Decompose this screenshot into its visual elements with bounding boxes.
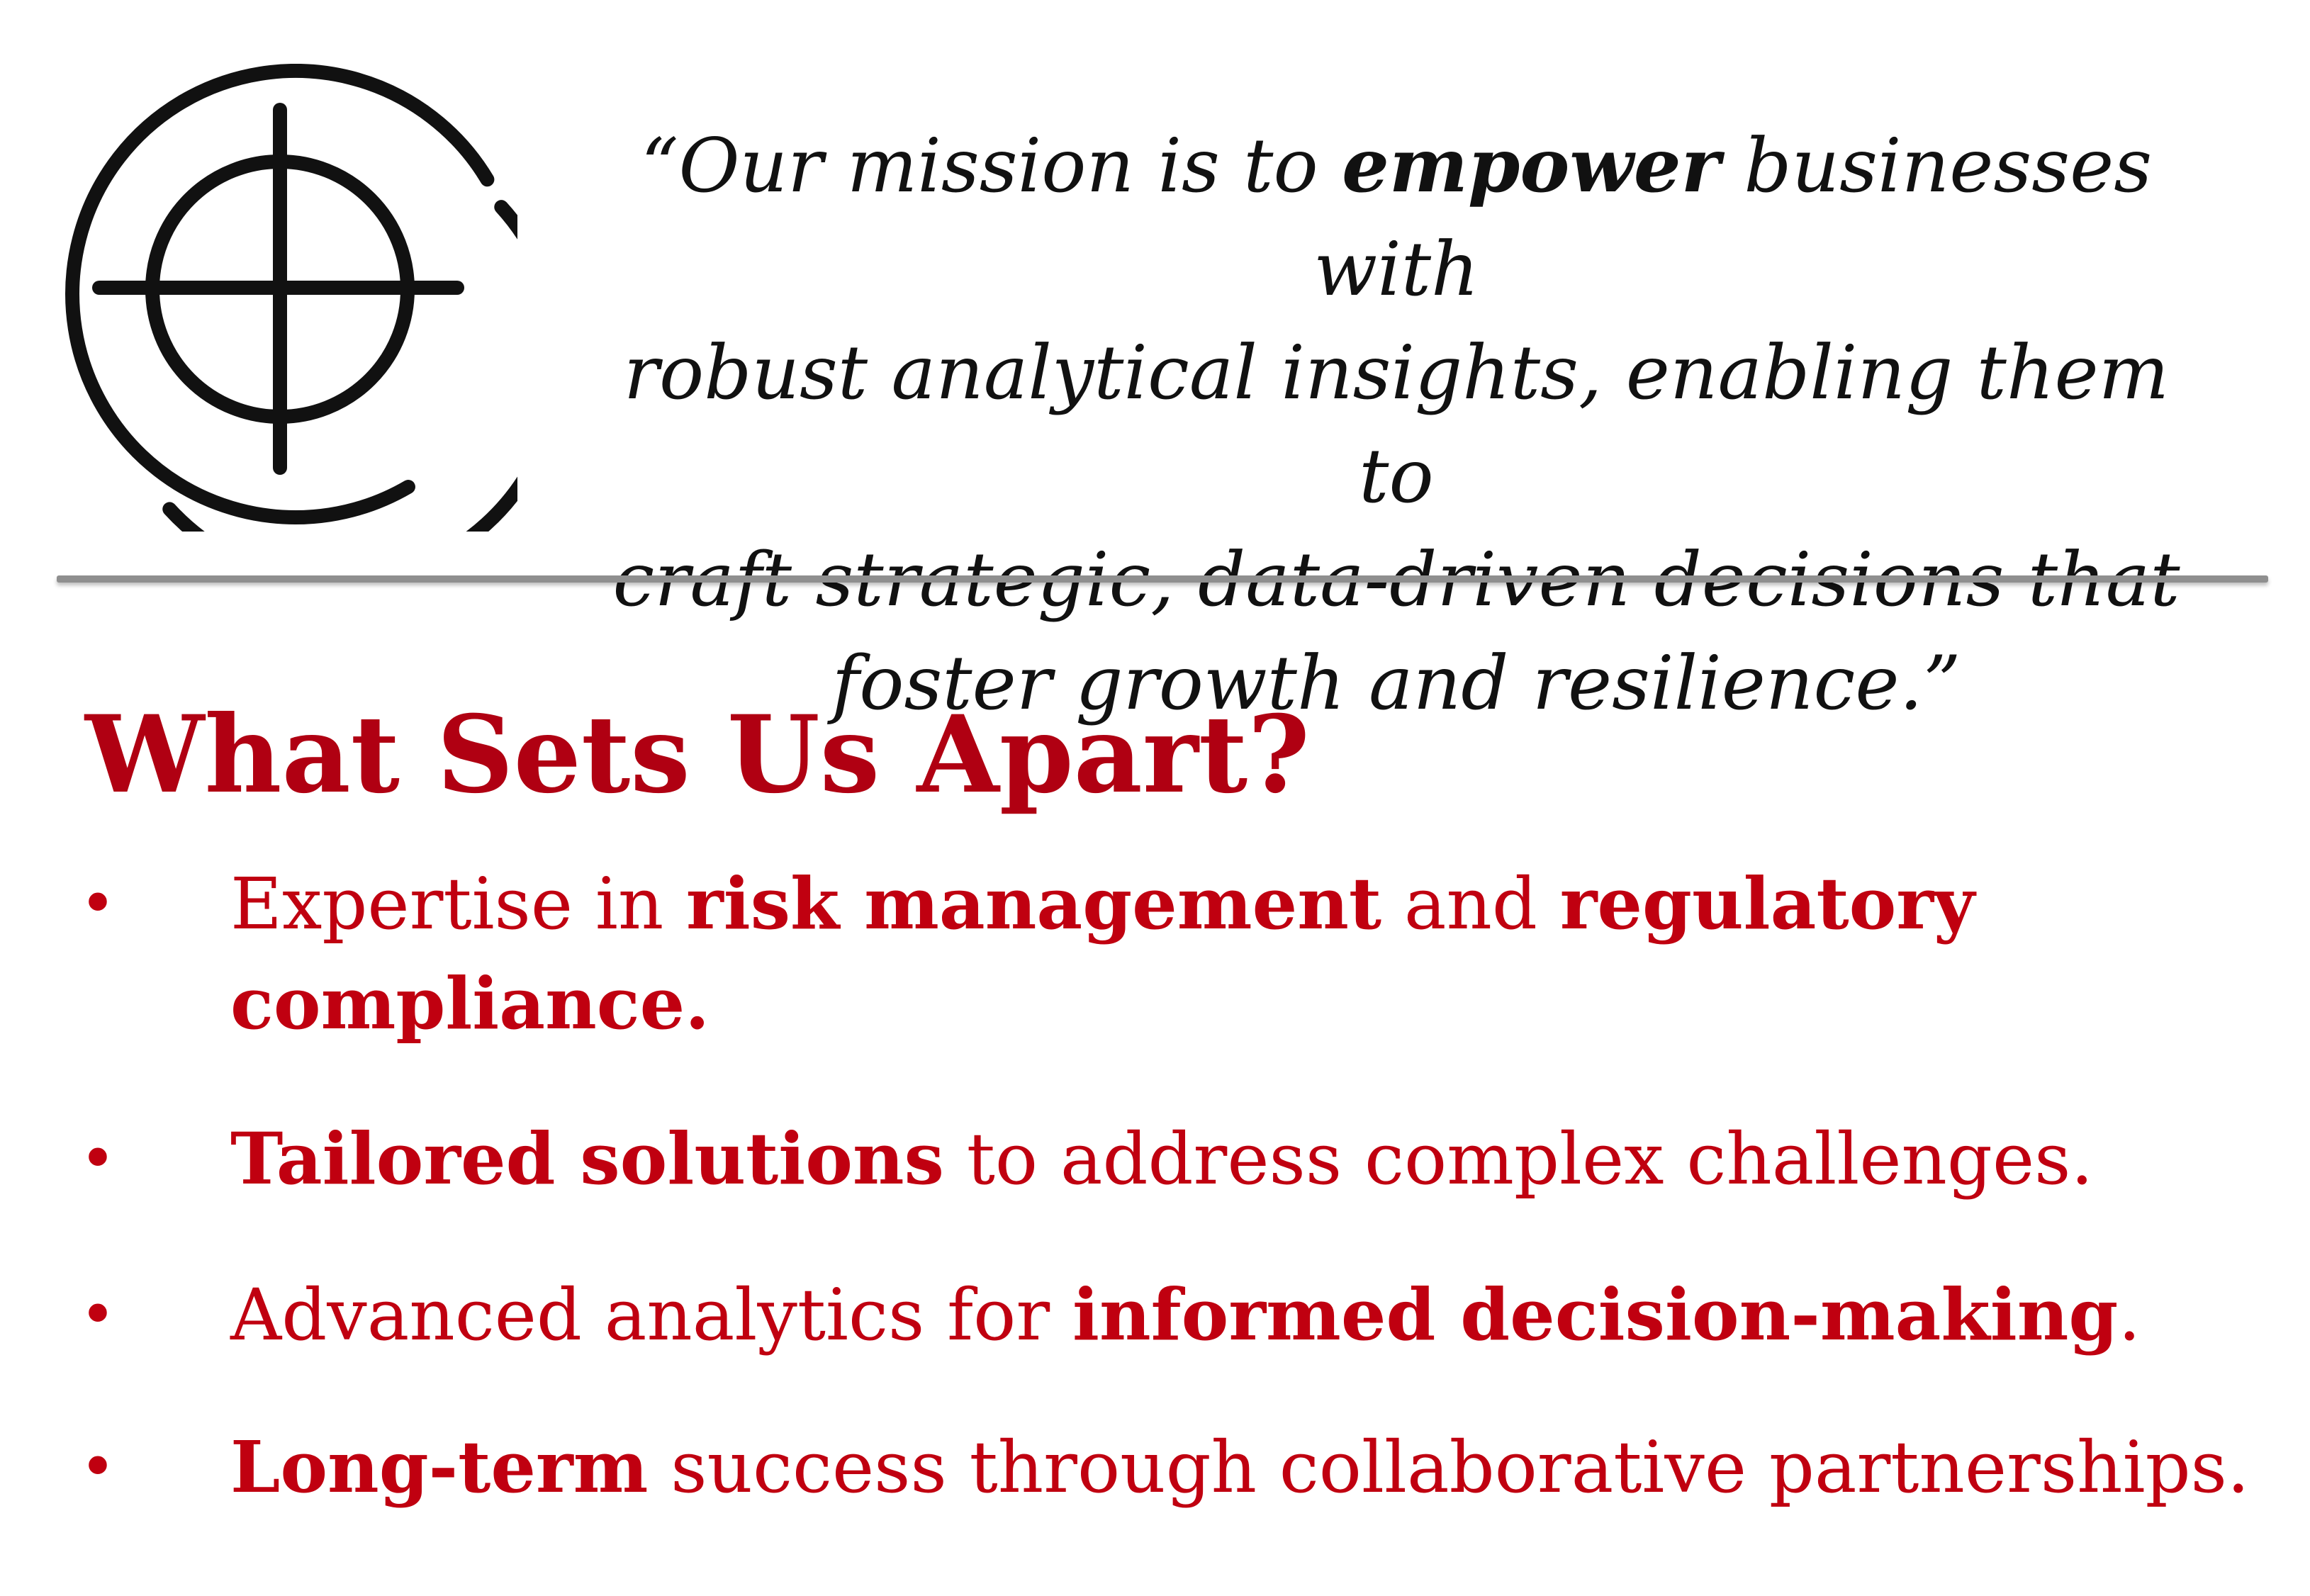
mission-emphasis: empower <box>1342 121 1720 209</box>
bullet-marker: • <box>79 867 116 940</box>
bullet-text: Long-term success through collaborative … <box>230 1425 2250 1509</box>
bullet-marker: • <box>79 1122 116 1195</box>
crosshair-target-icon <box>65 64 517 532</box>
mission-line-2: robust analytical insights, enabling the… <box>623 330 2170 519</box>
bullet-marker: • <box>79 1430 116 1503</box>
mission-line-1: “Our mission is to empower businesses wi… <box>640 121 2153 313</box>
section-divider <box>57 575 2268 583</box>
bullet-text: Expertise in risk management and regulat… <box>230 862 1975 1045</box>
section-heading: What Sets Us Apart? <box>85 692 1311 817</box>
bullet-text: Tailored solutions to address complex ch… <box>230 1117 2094 1201</box>
mission-statement: “Our mission is to empower businesses wi… <box>581 113 2211 735</box>
bullet-marker: • <box>79 1278 116 1351</box>
bullet-text: Advanced analytics for informed decision… <box>230 1273 2141 1356</box>
